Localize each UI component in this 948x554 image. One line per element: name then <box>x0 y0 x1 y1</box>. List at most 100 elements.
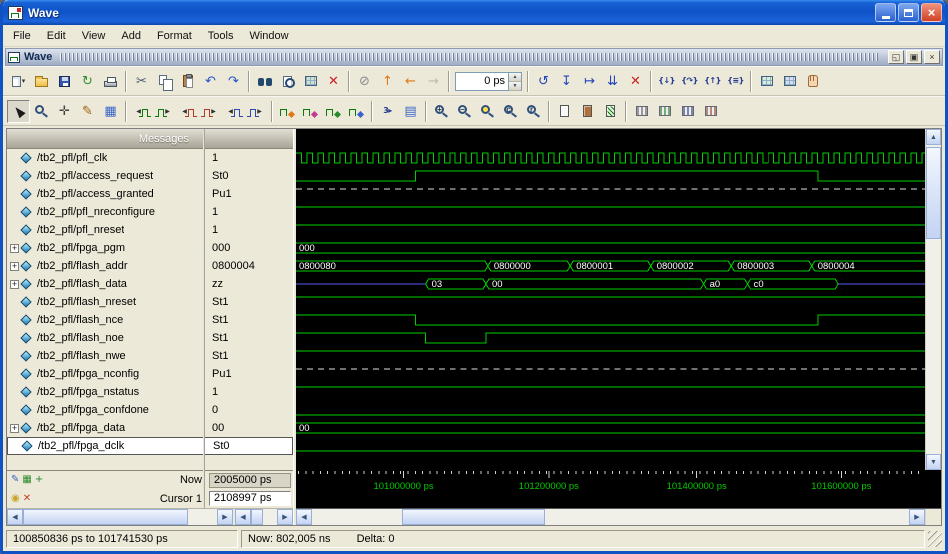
next-rising-edge-button[interactable]: ▶ <box>245 100 268 123</box>
undock-pane-button[interactable]: ◱ <box>888 50 904 64</box>
run-length-field[interactable]: 0 ps <box>456 75 508 87</box>
signal-row[interactable]: /tb2_pfl/access_requestSt0 <box>7 167 293 185</box>
insert-cursor-button[interactable]: 3▸ <box>376 100 399 123</box>
values-scroll-left-button[interactable]: ◀ <box>235 509 251 525</box>
open-button[interactable] <box>30 70 53 93</box>
signal-row[interactable]: /tb2_pfl/fpga_dclkSt0 <box>7 437 293 455</box>
signal-row[interactable]: +/tb2_pfl/fpga_pgm000 <box>7 239 293 257</box>
title-bar[interactable]: Wave × <box>3 0 945 25</box>
wave-add-icon[interactable]: + <box>35 475 43 485</box>
up-level-button[interactable]: ↑ <box>376 70 399 93</box>
cut-button[interactable]: ✂ <box>130 70 153 93</box>
virtual-signal-button[interactable]: ▦ <box>99 100 122 123</box>
stop-draw-button[interactable]: ⊘ <box>353 70 376 93</box>
wave-scroll-right-button[interactable]: ▶ <box>909 509 925 525</box>
values-scroll-track[interactable] <box>251 509 277 525</box>
zoom-cursor-button[interactable] <box>499 100 522 123</box>
zoom-out-button[interactable] <box>453 100 476 123</box>
select-mode-button[interactable] <box>7 100 30 123</box>
expanded-time-delta-button[interactable] <box>653 100 676 123</box>
expanded-time-all-button[interactable] <box>699 100 722 123</box>
print-button[interactable] <box>99 70 122 93</box>
scroll-right-button[interactable]: ▶ <box>217 509 233 525</box>
add-to-dataflow-button[interactable] <box>345 100 368 123</box>
zoom-in-button[interactable] <box>430 100 453 123</box>
find-button[interactable] <box>253 70 276 93</box>
expand-toggle[interactable]: + <box>10 424 19 433</box>
signal-row[interactable]: /tb2_pfl/pfl_nreset1 <box>7 221 293 239</box>
toggle-leaf-names-button[interactable]: ▤ <box>399 100 422 123</box>
resize-grip[interactable] <box>928 531 942 547</box>
wave-grid-icon[interactable]: ▦ <box>22 475 31 485</box>
names-scroll-track[interactable] <box>23 509 217 525</box>
v-scroll-track[interactable] <box>926 145 941 454</box>
menu-format[interactable]: Format <box>149 27 200 45</box>
menu-add[interactable]: Add <box>113 27 149 45</box>
prev-transition-button[interactable]: ◀ <box>130 100 153 123</box>
prev-falling-edge-button[interactable]: ◀ <box>176 100 199 123</box>
signal-row[interactable]: +/tb2_pfl/flash_datazz <box>7 275 293 293</box>
back-button[interactable]: ← <box>399 70 422 93</box>
expand-toggle[interactable]: + <box>10 244 19 253</box>
show-readers-button[interactable] <box>576 100 599 123</box>
run-length-increment-button[interactable]: ▲ <box>509 73 521 82</box>
scroll-up-button[interactable]: ▲ <box>926 129 941 145</box>
menu-file[interactable]: File <box>5 27 39 45</box>
find-in-files-button[interactable] <box>276 70 299 93</box>
expand-toggle[interactable]: + <box>10 262 19 271</box>
add-to-log-button[interactable] <box>322 100 345 123</box>
memory-list-button[interactable] <box>778 70 801 93</box>
scroll-left-button[interactable]: ◀ <box>7 509 23 525</box>
zoom-range-button[interactable] <box>522 100 545 123</box>
close-button[interactable]: × <box>921 3 942 22</box>
show-drivers-button[interactable] <box>553 100 576 123</box>
signal-row[interactable]: /tb2_pfl/pfl_clk1 <box>7 149 293 167</box>
reload-button[interactable]: ↻ <box>76 70 99 93</box>
forward-button[interactable]: → <box>422 70 445 93</box>
signal-row[interactable]: /tb2_pfl/flash_noeSt1 <box>7 329 293 347</box>
run-length-decrement-button[interactable]: ▼ <box>509 82 521 91</box>
zoom-full-button[interactable] <box>476 100 499 123</box>
menu-edit[interactable]: Edit <box>39 27 74 45</box>
messages-header[interactable]: Messages <box>7 129 293 149</box>
undo-button[interactable]: ↶ <box>199 70 222 93</box>
cursor-value[interactable]: 2108997 ps <box>209 491 291 506</box>
cursor-row[interactable]: ◉✕ Cursor 1 2108997 ps <box>7 490 293 509</box>
v-scroll-thumb[interactable] <box>926 147 941 239</box>
redo-button[interactable]: ↷ <box>222 70 245 93</box>
run-button[interactable]: ↧ <box>555 70 578 93</box>
zoom-mode-button[interactable] <box>30 100 53 123</box>
signal-row[interactable]: +/tb2_pfl/fpga_data00 <box>7 419 293 437</box>
minimize-button[interactable] <box>875 3 896 22</box>
add-to-list-button[interactable] <box>299 100 322 123</box>
pan-mode-button[interactable]: ✛ <box>53 100 76 123</box>
signal-row[interactable]: /tb2_pfl/flash_nresetSt1 <box>7 293 293 311</box>
delete-button[interactable]: ✕ <box>322 70 345 93</box>
scroll-down-button[interactable]: ▼ <box>926 454 941 470</box>
signal-row[interactable]: /tb2_pfl/fpga_confdone0 <box>7 401 293 419</box>
expand-toggle[interactable]: + <box>10 280 19 289</box>
signal-row[interactable]: +/tb2_pfl/flash_addr0800004 <box>7 257 293 275</box>
edit-mode-button[interactable]: ✎ <box>76 100 99 123</box>
values-h-scrollbar[interactable]: ◀ ▶ <box>235 509 293 525</box>
wave-h-scrollbar[interactable]: ◀ ▶ <box>296 508 941 525</box>
copy-button[interactable] <box>153 70 176 93</box>
wave-scroll-thumb[interactable] <box>402 509 545 525</box>
prev-rising-edge-button[interactable]: ◀ <box>222 100 245 123</box>
timeline[interactable]: 101000000 ps101200000 ps101400000 ps1016… <box>296 470 941 508</box>
values-scroll-right-button[interactable]: ▶ <box>277 509 293 525</box>
delete-cursor-icon[interactable]: ✕ <box>23 494 31 504</box>
close-pane-button[interactable]: × <box>924 50 940 64</box>
examine-hand-button[interactable] <box>801 70 824 93</box>
wave-pane-titlebar[interactable]: Wave ◱ ▣ × <box>5 48 943 66</box>
signal-row[interactable]: /tb2_pfl/fpga_nconfigPu1 <box>7 365 293 383</box>
wave-v-scrollbar[interactable]: ▲ ▼ <box>925 129 941 470</box>
step-pause-button[interactable]: {≡} <box>724 70 747 93</box>
step-into-button[interactable]: {↓} <box>655 70 678 93</box>
values-scroll-thumb[interactable] <box>251 509 263 525</box>
signal-row[interactable]: /tb2_pfl/pfl_nreconfigure1 <box>7 203 293 221</box>
add-to-wave-button[interactable] <box>276 100 299 123</box>
cursor-label[interactable]: Cursor 1 <box>67 493 209 505</box>
expanded-time-off-button[interactable] <box>630 100 653 123</box>
waveform-area[interactable]: 0000800080080000008000010800002080000308… <box>296 129 941 470</box>
